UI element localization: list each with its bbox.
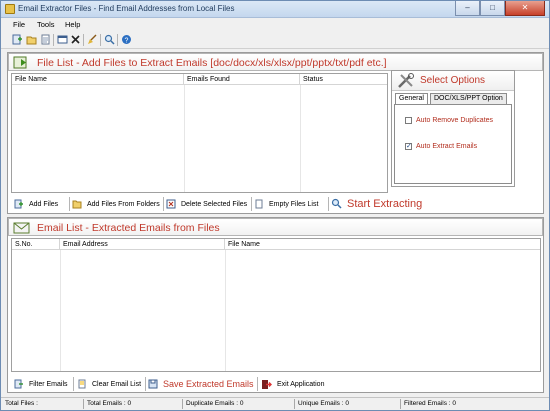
empty-list-icon (255, 199, 263, 209)
file-actions-bar: Add Files Add Files From Folders Delete … (8, 195, 543, 213)
file-add-icon (13, 56, 27, 69)
add-files-icon (14, 199, 23, 209)
filtered-emails-status: Filtered Emails : 0 (404, 400, 457, 407)
document-icon[interactable] (40, 34, 51, 45)
save-extracted-emails-button[interactable]: Save Extracted Emails (148, 378, 254, 390)
delete-icon[interactable] (70, 34, 81, 45)
column-file-name[interactable]: File Name (12, 74, 184, 85)
add-files-label: Add Files (29, 200, 59, 208)
empty-list-button[interactable]: Empty Files List (254, 198, 318, 210)
column-emails-found[interactable]: Emails Found (184, 74, 300, 85)
email-list-header: Email List - Extracted Emails from Files (8, 218, 543, 236)
filter-emails-button[interactable]: Filter Emails (14, 378, 68, 390)
options-header: Select Options (392, 71, 514, 91)
window-icon[interactable] (57, 34, 68, 45)
app-window: Email Extractor Files - Find Email Addre… (0, 0, 550, 411)
empty-list-label: Empty Files List (269, 200, 319, 208)
total-files-status: Total Files : (5, 400, 38, 407)
filter-icon (14, 379, 23, 389)
options-title: Select Options (420, 75, 486, 86)
save-icon (148, 379, 158, 389)
broom-icon[interactable] (87, 34, 98, 45)
svg-text:?: ? (125, 38, 129, 45)
title-bar: Email Extractor Files - Find Email Addre… (1, 1, 549, 18)
email-actions-bar: Filter Emails Clear Email List Save Extr… (8, 375, 543, 393)
status-bar: Total Files : Total Emails : 0 Duplicate… (1, 397, 549, 410)
column-email-address[interactable]: Email Address (60, 239, 225, 250)
close-button[interactable]: ✕ (505, 1, 545, 16)
add-files-button[interactable]: Add Files (14, 198, 58, 210)
help-icon[interactable]: ? (121, 34, 132, 45)
add-folders-label: Add Files From Folders (87, 200, 160, 208)
toolbar: ? (1, 31, 549, 49)
column-file-name[interactable]: File Name (225, 239, 540, 250)
add-files-icon[interactable] (12, 34, 23, 45)
delete-selected-button[interactable]: Delete Selected Files (166, 198, 247, 210)
email-icon (13, 222, 30, 234)
options-panel: Select Options General DOC/XLS/PPT Optio… (391, 70, 515, 187)
filter-emails-label: Filter Emails (29, 380, 68, 388)
general-tab-content: Auto Remove Duplicates ✓ Auto Extract Em… (394, 104, 512, 184)
email-list-columns: S.No. Email Address File Name (12, 239, 540, 250)
maximize-button[interactable]: □ (480, 1, 505, 16)
auto-remove-duplicates-option[interactable]: Auto Remove Duplicates (405, 117, 493, 124)
clear-list-icon (78, 379, 86, 389)
file-list-columns: File Name Emails Found Status (12, 74, 387, 85)
folder-icon (72, 200, 82, 209)
duplicate-emails-status: Duplicate Emails : 0 (186, 400, 244, 407)
clear-email-list-button[interactable]: Clear Email List (77, 378, 141, 390)
menu-file[interactable]: File (13, 20, 25, 29)
add-folder-icon[interactable] (26, 34, 37, 45)
menu-bar: File Tools Help (1, 18, 549, 31)
start-extracting-label: Start Extracting (347, 197, 423, 210)
delete-selected-label: Delete Selected Files (181, 200, 248, 208)
exit-application-button[interactable]: Exit Application (261, 378, 324, 390)
auto-remove-duplicates-label: Auto Remove Duplicates (416, 117, 494, 124)
file-list-title: File List - Add Files to Extract Emails … (37, 57, 387, 69)
clear-email-list-label: Clear Email List (92, 380, 142, 388)
search-icon[interactable] (104, 34, 115, 45)
delete-files-icon (166, 199, 176, 209)
window-title: Email Extractor Files - Find Email Addre… (18, 4, 235, 13)
save-extracted-emails-label: Save Extracted Emails (163, 379, 254, 389)
column-status[interactable]: Status (300, 74, 387, 85)
auto-remove-duplicates-checkbox[interactable] (405, 117, 412, 124)
file-list-grid[interactable]: File Name Emails Found Status (11, 73, 388, 193)
exit-icon (262, 379, 272, 389)
unique-emails-status: Unique Emails : 0 (298, 400, 349, 407)
tab-doc-xls-ppt[interactable]: DOC/XLS/PPT Option (430, 93, 507, 104)
email-list-grid[interactable]: S.No. Email Address File Name (11, 238, 541, 372)
exit-application-label: Exit Application (277, 380, 325, 388)
auto-extract-emails-option[interactable]: ✓ Auto Extract Emails (405, 143, 477, 150)
window-controls: – □ ✕ (455, 1, 545, 16)
email-list-panel: Email List - Extracted Emails from Files… (7, 217, 544, 393)
tools-icon (398, 73, 414, 88)
menu-help[interactable]: Help (65, 20, 80, 29)
menu-tools[interactable]: Tools (37, 20, 55, 29)
column-serial-number[interactable]: S.No. (12, 239, 60, 250)
file-list-header: File List - Add Files to Extract Emails … (8, 53, 543, 71)
email-list-title: Email List - Extracted Emails from Files (37, 222, 220, 234)
add-folders-button[interactable]: Add Files From Folders (72, 198, 160, 210)
start-extracting-button[interactable]: Start Extracting (331, 196, 422, 211)
app-icon (5, 4, 15, 14)
search-icon (331, 198, 342, 209)
auto-extract-emails-checkbox[interactable]: ✓ (405, 143, 412, 150)
minimize-button[interactable]: – (455, 1, 480, 16)
auto-extract-emails-label: Auto Extract Emails (416, 143, 478, 150)
total-emails-status: Total Emails : 0 (87, 400, 132, 407)
